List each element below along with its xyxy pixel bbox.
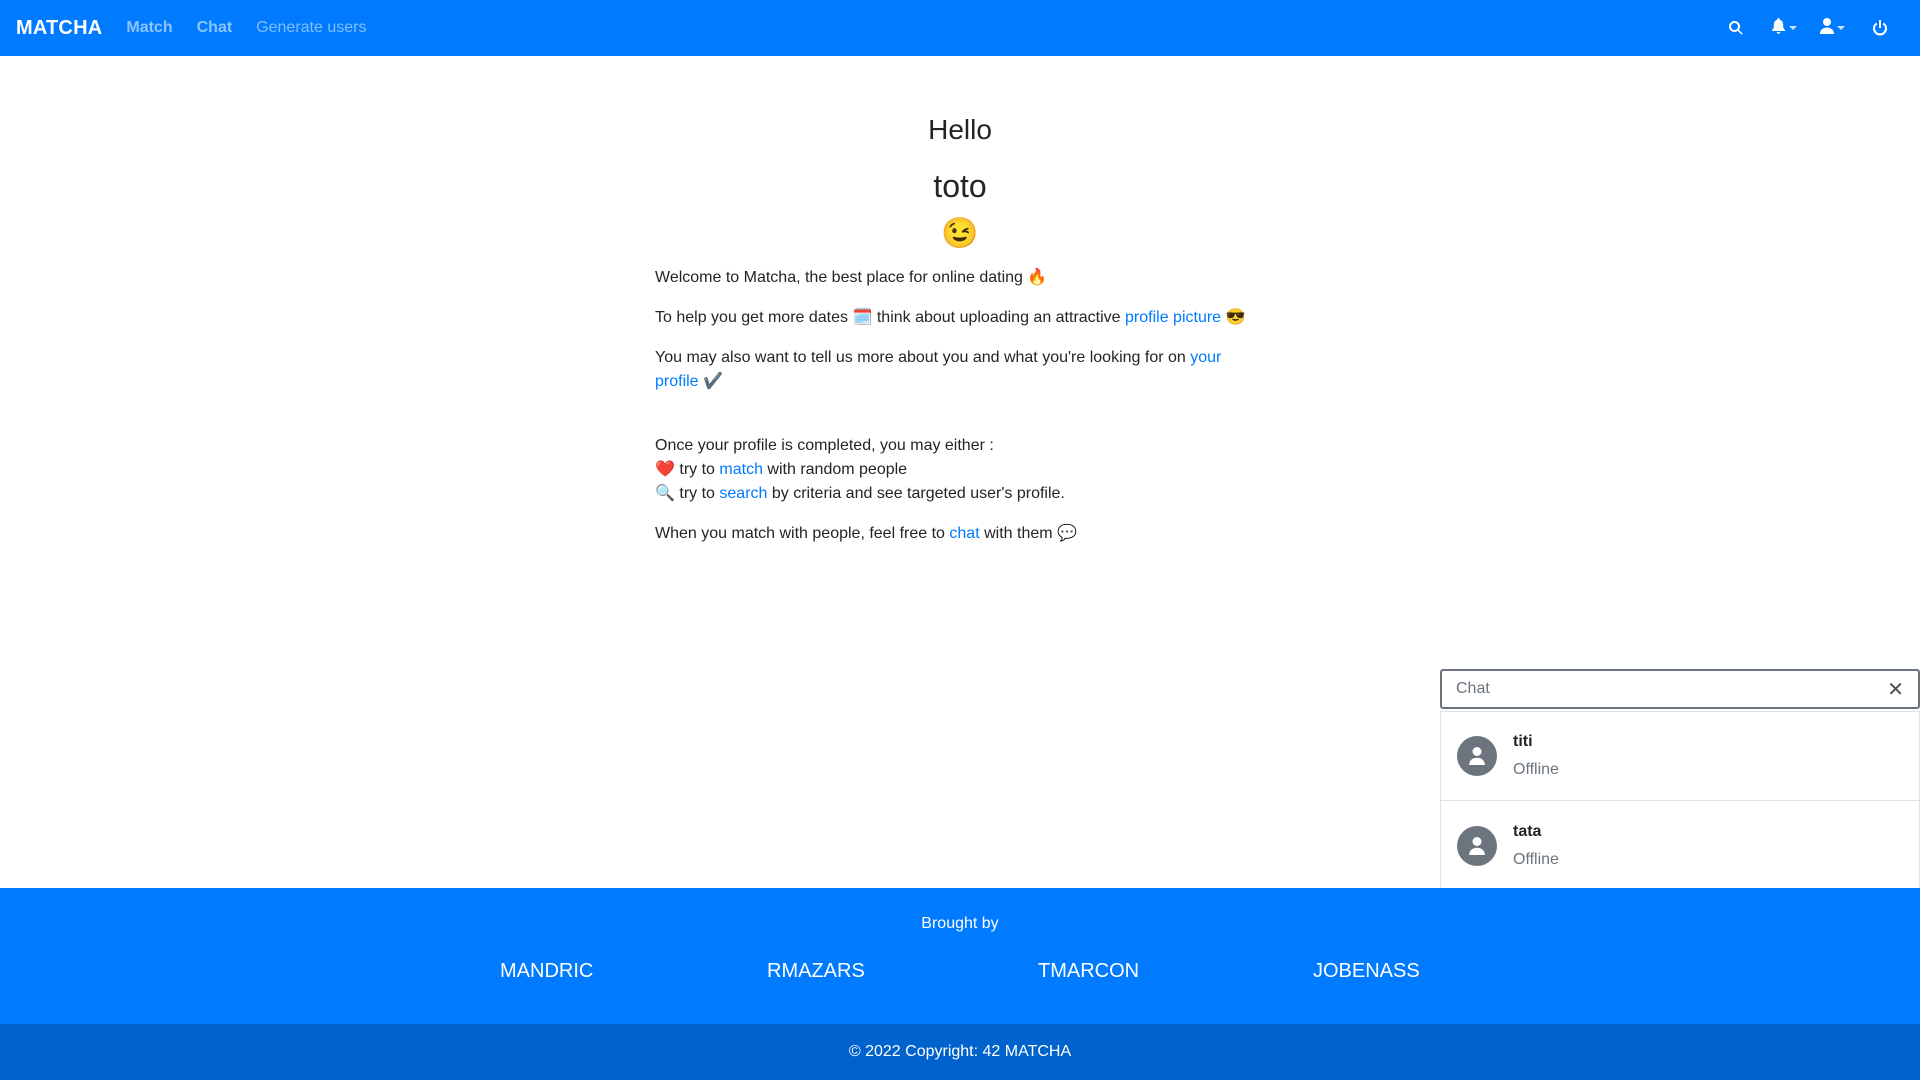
chevron-down-icon xyxy=(1789,26,1797,30)
power-icon[interactable] xyxy=(1856,0,1904,56)
nav-link-match[interactable]: Match xyxy=(114,19,184,37)
chat-panel-header[interactable]: Chat ✕ xyxy=(1440,669,1920,709)
profile-prefix: You may also want to tell us more about … xyxy=(655,349,1186,366)
navbar-actions xyxy=(1712,0,1904,56)
footer: Brought by MANDRIC RMAZARS TMARCON JOBEN… xyxy=(0,888,1920,1024)
next-steps: Once your profile is completed, you may … xyxy=(655,434,1265,506)
chat-contact-item[interactable]: tata Offline xyxy=(1440,801,1920,891)
author-link[interactable]: TMARCON xyxy=(1038,960,1139,983)
nav-link-chat[interactable]: Chat xyxy=(185,19,245,37)
contact-status: Offline xyxy=(1513,850,1559,868)
search-suffix: by criteria and see targeted user's prof… xyxy=(771,485,1065,502)
close-icon[interactable]: ✕ xyxy=(1887,677,1904,702)
contact-status: Offline xyxy=(1513,761,1559,778)
heart-emoji-icon: ❤️ xyxy=(655,461,675,478)
chat-panel-title: Chat xyxy=(1456,680,1490,697)
profile-picture-tip: To help you get more dates 🗓️ think abou… xyxy=(655,306,1265,330)
brand-logo[interactable]: MATCHA xyxy=(16,17,102,40)
navbar: MATCHA Match Chat Generate users xyxy=(0,0,1920,56)
try-to-text: try to xyxy=(679,461,715,478)
search-icon[interactable] xyxy=(1712,0,1760,56)
greeting-heading: Hello xyxy=(928,114,992,145)
dates-middle: think about uploading an attractive xyxy=(876,309,1121,326)
contact-name: tata xyxy=(1513,822,1542,840)
sunglasses-emoji-icon: 😎 xyxy=(1225,309,1246,326)
calendar-emoji-icon: 🗓️ xyxy=(852,309,873,326)
user-icon xyxy=(1469,836,1485,855)
nav-link-generate-users[interactable]: Generate users xyxy=(244,19,378,37)
search-link[interactable]: search xyxy=(719,485,767,502)
copyright-bar: © 2022 Copyright: 42 MATCHA xyxy=(0,1024,1920,1080)
check-emoji-icon: ✔️ xyxy=(703,373,723,390)
wink-emoji-icon: 😉 xyxy=(941,217,979,250)
dates-prefix: To help you get more dates xyxy=(655,309,849,326)
bell-icon xyxy=(1771,17,1786,39)
avatar xyxy=(1457,736,1497,776)
username-heading: toto xyxy=(933,168,987,204)
magnifier-emoji-icon: 🔍 xyxy=(655,485,675,502)
completed-text: Once your profile is completed, you may … xyxy=(655,437,994,454)
chat-tip: When you match with people, feel free to… xyxy=(655,522,1265,546)
user-icon xyxy=(1819,17,1834,39)
welcome-text: Welcome to Matcha, the best place for on… xyxy=(655,266,1265,290)
chevron-down-icon xyxy=(1836,26,1845,30)
chat-prefix: When you match with people, feel free to xyxy=(655,525,945,542)
welcome-message: Welcome to Matcha, the best place for on… xyxy=(655,269,1023,286)
author-link[interactable]: JOBENASS xyxy=(1313,960,1420,983)
notifications-dropdown[interactable] xyxy=(1760,0,1808,56)
fire-emoji-icon: 🔥 xyxy=(1027,269,1048,286)
user-dropdown[interactable] xyxy=(1808,0,1856,56)
welcome-section: Hello toto 😉 Welcome to Matcha, the best… xyxy=(655,110,1265,546)
chat-suffix: with them xyxy=(984,525,1053,542)
chat-link[interactable]: chat xyxy=(949,525,979,542)
author-link[interactable]: RMAZARS xyxy=(767,960,865,983)
user-icon xyxy=(1469,747,1485,765)
match-link[interactable]: match xyxy=(719,461,763,478)
profile-tip: You may also want to tell us more about … xyxy=(655,346,1265,394)
try-to-text: try to xyxy=(679,485,715,502)
chat-contact-item[interactable]: titi Offline xyxy=(1440,711,1920,801)
chat-panel: Chat ✕ titi Offline tata Offline xyxy=(1440,669,1920,891)
match-suffix: with random people xyxy=(767,461,908,478)
contact-name: titi xyxy=(1513,733,1533,750)
profile-picture-link[interactable]: profile picture xyxy=(1125,309,1221,326)
author-link[interactable]: MANDRIC xyxy=(500,960,593,983)
brought-by-text: Brought by xyxy=(921,915,999,932)
speech-bubble-emoji-icon: 💬 xyxy=(1057,525,1077,542)
avatar xyxy=(1457,825,1497,866)
